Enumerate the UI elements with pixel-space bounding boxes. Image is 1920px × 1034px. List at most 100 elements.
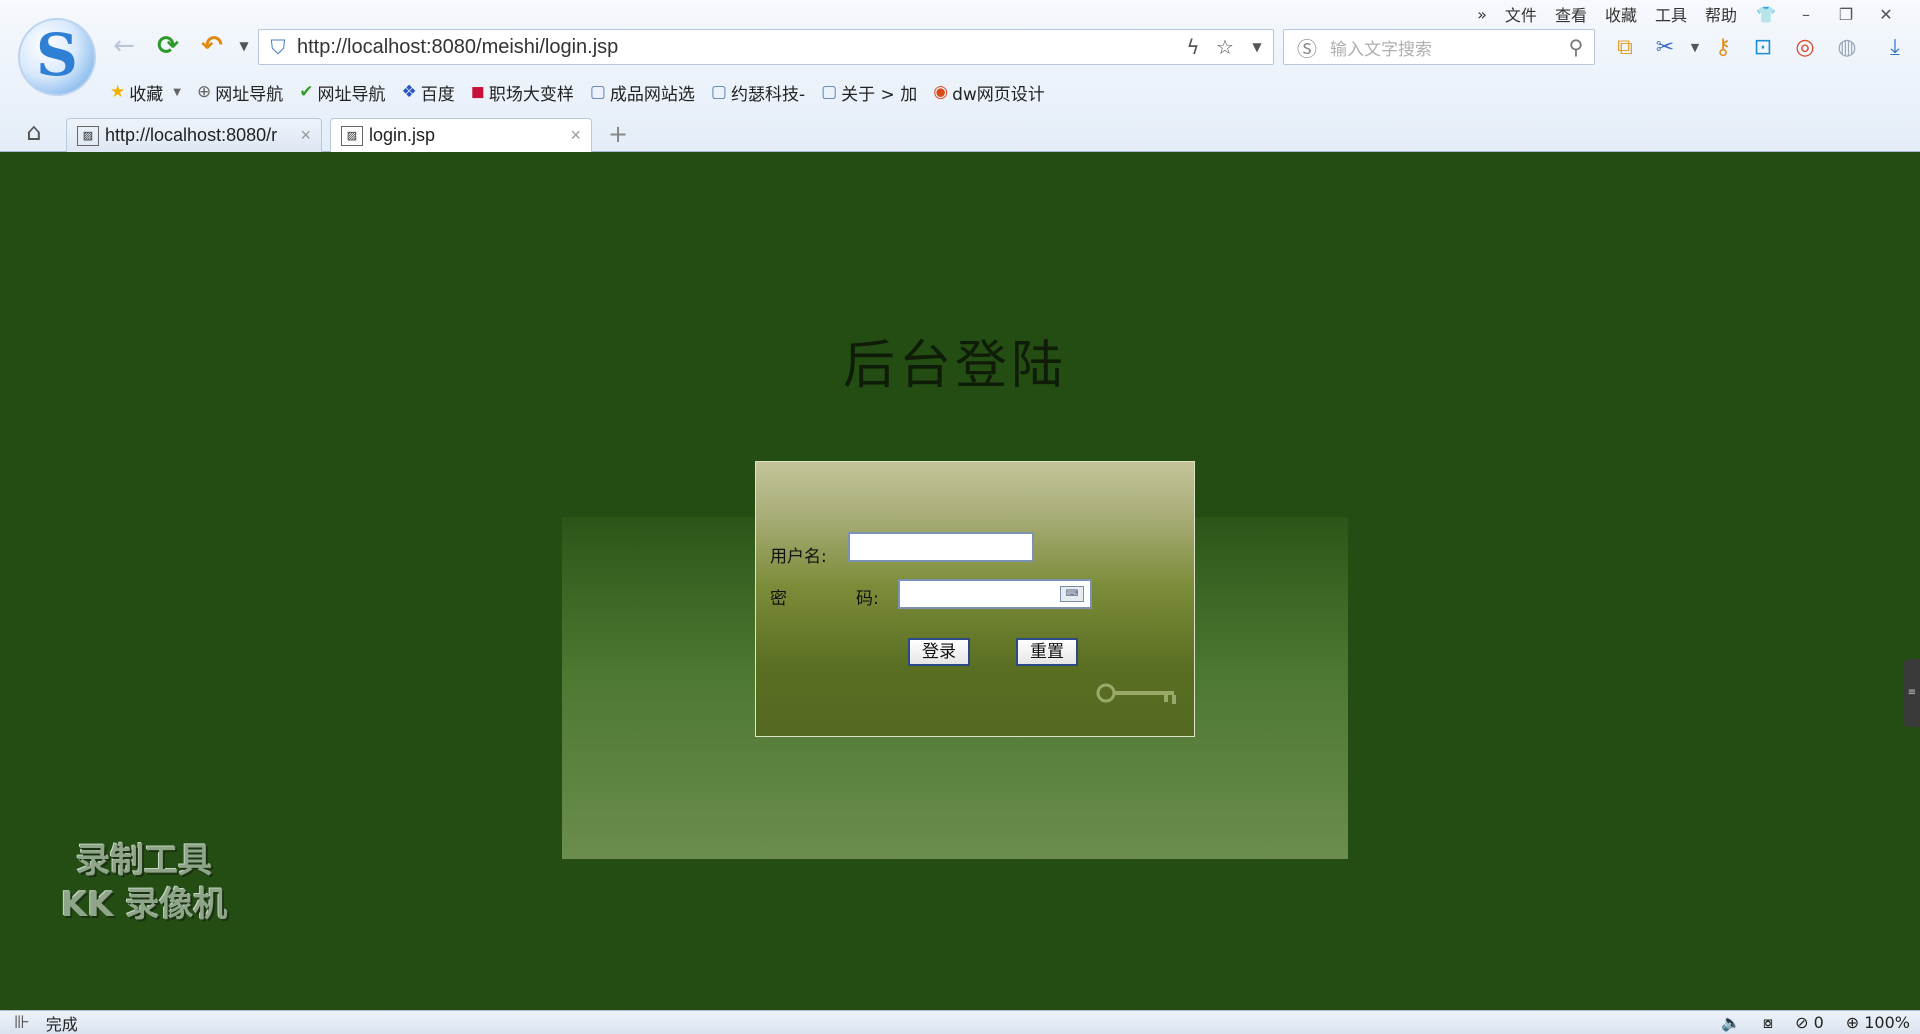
username-label: 用户名: bbox=[770, 547, 827, 567]
bookmark-label: 收藏 bbox=[129, 84, 164, 105]
password-label-part1: 密 bbox=[770, 589, 787, 609]
cut-dropdown-icon[interactable]: ▼ bbox=[1680, 32, 1710, 62]
sidebar-toggle-icon[interactable]: ⊪ bbox=[14, 1012, 30, 1033]
cut-icon[interactable]: ✂ bbox=[1650, 32, 1680, 62]
menu-tools[interactable]: 工具 bbox=[1646, 2, 1696, 26]
page-favicon-icon: ▨ bbox=[341, 125, 363, 146]
status-bar: ⊪ 完成 🔈 ⧇ ⊘ 0 ⊕ 100% bbox=[0, 1010, 1920, 1034]
username-input[interactable] bbox=[848, 532, 1034, 562]
bookmark-label: 关于 > 加 bbox=[841, 84, 918, 105]
page-viewport: 后台登陆 用户名: 密 码: ⌨ 登录 重置 录制工具 KK 录像机 ≡ bbox=[0, 153, 1920, 1009]
restore-icon[interactable]: ❐ bbox=[1826, 5, 1866, 24]
tab-localhost[interactable]: ▨ http://localhost:8080/r × bbox=[66, 118, 322, 152]
star-icon[interactable]: ☆ bbox=[1209, 35, 1241, 59]
menu-more[interactable]: » bbox=[1468, 5, 1496, 24]
zoom-icon: ⊕ bbox=[1845, 1013, 1860, 1032]
address-bar[interactable]: ⛉ http://localhost:8080/meishi/login.jsp… bbox=[258, 29, 1274, 65]
bookmark-label: dw网页设计 bbox=[952, 84, 1045, 105]
skin-icon[interactable]: 👕 bbox=[1746, 5, 1786, 24]
password-label-part2: 码: bbox=[856, 589, 879, 609]
menu-help[interactable]: 帮助 bbox=[1696, 2, 1746, 26]
bookmark-nav-2[interactable]: ✔ 网址导航 bbox=[299, 80, 385, 105]
login-form: 用户名: 密 码: ⌨ 登录 重置 bbox=[755, 461, 1195, 737]
browser-logo[interactable]: S bbox=[18, 18, 96, 96]
close-window-icon[interactable]: ✕ bbox=[1866, 5, 1906, 24]
side-panel-handle[interactable]: ≡ bbox=[1904, 659, 1920, 727]
page-title: 后台登陆 bbox=[842, 336, 1067, 396]
watermark-line-2: KK 录像机 bbox=[60, 885, 228, 925]
menu-file[interactable]: 文件 bbox=[1496, 2, 1546, 26]
zoom-control[interactable]: ⊕ 100% bbox=[1846, 1013, 1910, 1032]
menu-view[interactable]: 查看 bbox=[1546, 2, 1596, 26]
status-text: 完成 bbox=[45, 1014, 78, 1034]
lightning-icon[interactable]: ϟ bbox=[1177, 35, 1209, 59]
bookmark-label: 网址导航 bbox=[317, 84, 386, 105]
shield-icon: ⛉ bbox=[270, 35, 286, 59]
back-icon[interactable]: ← bbox=[108, 30, 140, 62]
baidu-icon: ❖ bbox=[401, 82, 417, 102]
logo-letter: S bbox=[36, 21, 78, 89]
download-icon[interactable]: ⤓ bbox=[1880, 32, 1910, 62]
bookmark-baidu[interactable]: ❖ 百度 bbox=[401, 80, 454, 105]
status-right: 🔈 ⧇ ⊘ 0 ⊕ 100% bbox=[1721, 1013, 1910, 1033]
bookmark-dw[interactable]: ◉ dw网页设计 bbox=[933, 80, 1045, 105]
bookmark-label: 百度 bbox=[420, 84, 455, 105]
globe-tool-icon[interactable]: ◍ bbox=[1832, 32, 1862, 62]
menu-bar: » 文件 查看 收藏 工具 帮助 👕 – ❐ ✕ bbox=[1468, 2, 1906, 26]
reload-icon[interactable]: ⟳ bbox=[152, 30, 184, 62]
keyboard-icon[interactable]: ⌨ bbox=[1060, 586, 1084, 602]
close-tab-icon[interactable]: × bbox=[300, 125, 311, 146]
minimize-icon[interactable]: – bbox=[1786, 5, 1826, 24]
key-tool-icon[interactable]: ⚷ bbox=[1708, 32, 1738, 62]
menu-favorites[interactable]: 收藏 bbox=[1596, 2, 1646, 26]
bookmark-about[interactable]: ▢ 关于 > 加 bbox=[821, 80, 917, 105]
search-box[interactable]: Ⓢ 输入文字搜索 ⚲ bbox=[1283, 29, 1595, 65]
search-icon[interactable]: ⚲ bbox=[1558, 35, 1594, 59]
bookmark-label: 约瑟科技- bbox=[730, 84, 806, 105]
weibo-icon[interactable]: ◎ bbox=[1790, 32, 1820, 62]
bookmark-label: 网址导航 bbox=[215, 84, 284, 105]
speaker-icon[interactable]: 🔈 bbox=[1721, 1013, 1741, 1032]
search-engine-icon[interactable]: Ⓢ bbox=[1284, 33, 1330, 62]
search-tool-icon[interactable]: ⊡ bbox=[1748, 32, 1778, 62]
address-dropdown-icon[interactable]: ▼ bbox=[1241, 40, 1273, 54]
chevron-down-icon[interactable]: ▼ bbox=[173, 87, 181, 98]
tab-login[interactable]: ▨ login.jsp × bbox=[330, 118, 592, 152]
key-icon bbox=[1096, 683, 1176, 704]
bookmark-career[interactable]: ◼ 职场大变样 bbox=[471, 80, 574, 105]
adblock-counter[interactable]: ⊘ 0 bbox=[1795, 1013, 1824, 1032]
watermark-line-1: 录制工具 bbox=[76, 841, 212, 881]
bookmark-favorites[interactable]: ★ 收藏 ▼ bbox=[110, 80, 181, 105]
browser-chrome: S » 文件 查看 收藏 工具 帮助 👕 – ❐ ✕ ← ⟳ ↶ ▼ ⛉ htt… bbox=[0, 0, 1920, 152]
reset-button[interactable]: 重置 bbox=[1016, 638, 1078, 666]
home-icon[interactable]: ⌂ bbox=[18, 118, 50, 150]
bookmark-nav-1[interactable]: ⊕ 网址导航 bbox=[197, 80, 283, 105]
bookmark-site[interactable]: ▢ 成品网站选 bbox=[590, 80, 695, 105]
page-icon: ▢ bbox=[710, 82, 727, 102]
eye-icon: ◉ bbox=[933, 82, 949, 102]
adblock-count: 0 bbox=[1813, 1013, 1824, 1032]
restore-tab-icon[interactable]: ⧉ bbox=[1610, 32, 1640, 62]
bookmark-label: 成品网站选 bbox=[609, 84, 695, 105]
tab-strip: ⌂ ▨ http://localhost:8080/r × ▨ login.js… bbox=[0, 116, 1920, 152]
login-button[interactable]: 登录 bbox=[908, 638, 970, 666]
screenshot-icon[interactable]: ⧇ bbox=[1763, 1013, 1773, 1033]
new-tab-button[interactable]: + bbox=[608, 120, 628, 148]
page-favicon-icon: ▨ bbox=[77, 125, 99, 146]
adblock-icon: ⊘ bbox=[1795, 1013, 1809, 1032]
zoom-level: 100% bbox=[1864, 1013, 1910, 1032]
undo-icon[interactable]: ↶ bbox=[196, 30, 228, 62]
page-icon: ▢ bbox=[589, 82, 606, 102]
password-input[interactable]: ⌨ bbox=[898, 579, 1092, 609]
address-url[interactable]: http://localhost:8080/meishi/login.jsp bbox=[297, 36, 1177, 59]
bookmarks-bar: ★ 收藏 ▼ ⊕ 网址导航 ✔ 网址导航 ❖ 百度 ◼ 职场大变样 ▢ 成品网站选 ▢ 约瑟科技… bbox=[110, 78, 1061, 106]
tab-title: http://localhost:8080/r bbox=[105, 125, 278, 145]
red-square-icon: ◼ bbox=[470, 82, 485, 102]
undo-dropdown-icon[interactable]: ▼ bbox=[228, 30, 260, 62]
page-icon: ▢ bbox=[821, 82, 838, 102]
bookmark-tech[interactable]: ▢ 约瑟科技- bbox=[711, 80, 805, 105]
recorder-watermark: 录制工具 KK 录像机 bbox=[44, 839, 244, 927]
search-placeholder[interactable]: 输入文字搜索 bbox=[1330, 35, 1558, 60]
close-tab-icon[interactable]: × bbox=[570, 125, 581, 146]
globe-icon: ⊕ bbox=[196, 82, 212, 102]
